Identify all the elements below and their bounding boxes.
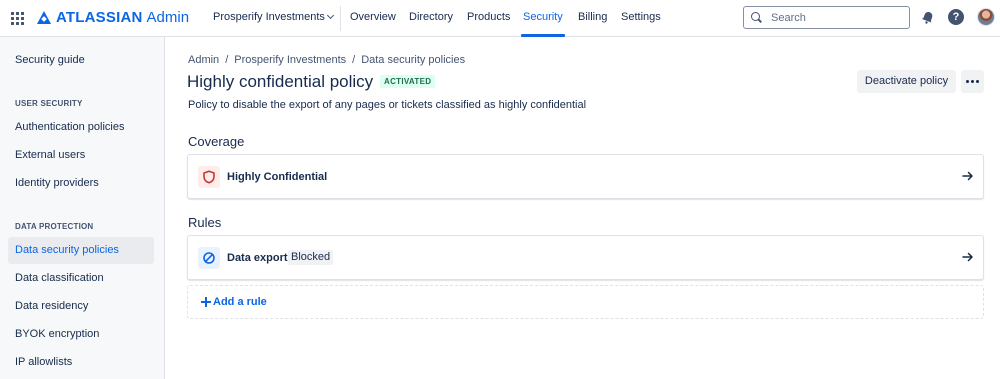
sidebar: Security guide USER SECURITY Authenticat… xyxy=(0,37,165,379)
organization-switcher[interactable]: Prosperify Investments xyxy=(213,11,334,23)
breadcrumb-data-security-policies[interactable]: Data security policies xyxy=(361,54,465,66)
plus-icon xyxy=(201,297,211,307)
sidebar-item-authentication-policies[interactable]: Authentication policies xyxy=(8,114,154,141)
sidebar-item-data-residency[interactable]: Data residency xyxy=(8,293,154,320)
rule-status-tag: Blocked xyxy=(288,250,334,265)
sidebar-item-external-users[interactable]: External users xyxy=(8,142,154,169)
sidebar-heading-data-protection: DATA PROTECTION xyxy=(15,222,94,231)
atlassian-admin-logo[interactable]: ATLASSIAN Admin xyxy=(37,9,189,26)
nav-billing[interactable]: Billing xyxy=(578,11,607,23)
shield-icon xyxy=(198,166,220,188)
breadcrumb-organization[interactable]: Prosperify Investments xyxy=(234,54,346,66)
policy-description: Policy to disable the export of any page… xyxy=(188,99,587,111)
top-navigation: ATLASSIAN Admin Prosperify Investments O… xyxy=(0,0,1000,37)
coverage-card[interactable]: Highly Confidential xyxy=(187,154,984,199)
add-rule-label: Add a rule xyxy=(213,296,267,308)
sidebar-item-identity-providers[interactable]: Identity providers xyxy=(8,170,154,197)
organization-name: Prosperify Investments xyxy=(213,11,325,23)
breadcrumb: Admin / Prosperify Investments / Data securi… xyxy=(188,54,466,66)
coverage-heading: Coverage xyxy=(188,134,245,149)
app-switcher-icon[interactable] xyxy=(9,10,25,26)
add-rule-button[interactable]: Add a rule xyxy=(187,285,984,319)
help-icon[interactable]: ? xyxy=(948,9,964,25)
nav-divider xyxy=(340,6,341,31)
arrow-right-icon[interactable] xyxy=(962,251,974,263)
coverage-item-label: Highly Confidential xyxy=(227,171,328,183)
sidebar-heading-user-security: USER SECURITY xyxy=(15,99,83,108)
avatar[interactable] xyxy=(977,8,995,26)
sidebar-item-ip-allowlists[interactable]: IP allowlists xyxy=(8,349,154,376)
status-badge: ACTIVATED xyxy=(380,75,436,88)
nav-overview[interactable]: Overview xyxy=(350,11,396,23)
logo-wordmark: ATLASSIAN xyxy=(56,9,143,26)
nav-security[interactable]: Security xyxy=(523,11,563,23)
logo-product: Admin xyxy=(146,9,190,26)
rules-heading: Rules xyxy=(188,215,222,230)
active-nav-indicator xyxy=(521,34,565,37)
sidebar-item-data-classification[interactable]: Data classification xyxy=(8,265,154,292)
nav-settings[interactable]: Settings xyxy=(621,11,661,23)
page-title: Highly confidential policy xyxy=(187,72,374,91)
search-placeholder: Search xyxy=(771,11,806,24)
rule-card[interactable]: Data export Blocked xyxy=(187,235,984,280)
nav-directory[interactable]: Directory xyxy=(409,11,453,23)
chevron-down-icon xyxy=(326,11,334,20)
breadcrumb-admin[interactable]: Admin xyxy=(188,54,219,66)
block-icon xyxy=(198,247,220,269)
search-icon xyxy=(751,12,762,23)
arrow-right-icon[interactable] xyxy=(962,170,974,182)
more-icon xyxy=(966,80,969,83)
notifications-icon[interactable] xyxy=(921,10,935,24)
search-input[interactable]: Search xyxy=(743,6,910,29)
sidebar-item-security-guide[interactable]: Security guide xyxy=(8,47,154,74)
nav-products[interactable]: Products xyxy=(467,11,510,23)
sidebar-item-byok-encryption[interactable]: BYOK encryption xyxy=(8,321,154,348)
rule-item-label: Data export xyxy=(227,252,288,264)
sidebar-item-data-security-policies[interactable]: Data security policies xyxy=(8,237,154,264)
atlassian-logo-icon xyxy=(37,11,51,24)
deactivate-policy-button[interactable]: Deactivate policy xyxy=(857,70,956,93)
more-actions-button[interactable] xyxy=(961,70,984,93)
